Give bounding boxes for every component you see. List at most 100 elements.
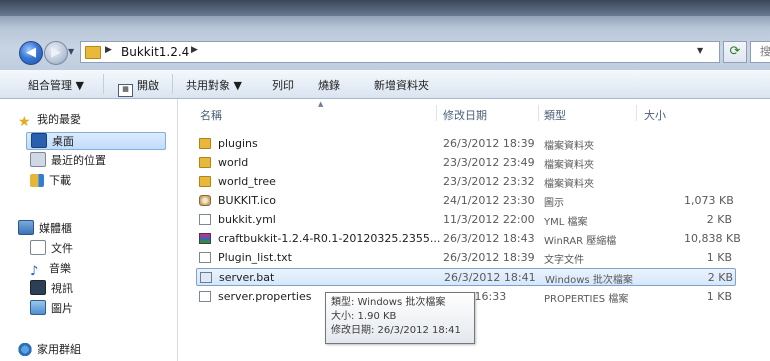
share-button[interactable]: 共用對象 ▼ bbox=[186, 77, 242, 93]
file-type: Windows 批次檔案 bbox=[545, 275, 633, 286]
nav-item-music[interactable]: ♪ 音樂 bbox=[30, 260, 182, 278]
nav-homegroup[interactable]: 家用群組 bbox=[18, 341, 170, 359]
column-divider[interactable] bbox=[538, 105, 539, 121]
column-divider[interactable] bbox=[636, 105, 637, 121]
winrar-icon bbox=[199, 233, 211, 244]
nav-libraries[interactable]: 媒體櫃 bbox=[18, 220, 170, 238]
file-size: 1 KB bbox=[706, 251, 732, 264]
file-date: 26/3/2012 18:41 bbox=[444, 271, 536, 284]
tooltip-size: 大小: 1.90 KB bbox=[331, 311, 397, 322]
nav-item-recent-places[interactable]: 最近的位置 bbox=[30, 152, 182, 170]
text-file-icon bbox=[199, 252, 211, 263]
title-strip bbox=[0, 0, 770, 16]
recent-pages-dropdown-icon[interactable]: ▼ bbox=[68, 47, 76, 57]
folder-icon bbox=[199, 157, 211, 168]
file-name: craftbukkit-1.2.4-R0.1-20120325.2355... bbox=[218, 232, 441, 245]
refresh-button[interactable]: ⟳ bbox=[723, 41, 747, 63]
column-header-type[interactable]: 類型 bbox=[544, 107, 566, 123]
ico-file-icon bbox=[199, 195, 211, 206]
file-type: 文字文件 bbox=[544, 255, 584, 266]
nav-label: 文件 bbox=[51, 242, 73, 255]
column-header-date[interactable]: 修改日期 bbox=[443, 107, 487, 123]
file-row[interactable]: Plugin_list.txt 26/3/2012 18:39 文字文件 1 K… bbox=[196, 249, 736, 267]
organize-button[interactable]: 組合管理 ▼ bbox=[28, 77, 84, 93]
column-header-size[interactable]: 大小 bbox=[644, 107, 666, 123]
file-type: 圖示 bbox=[544, 198, 564, 209]
tooltip-type: 類型: Windows 批次檔案 bbox=[331, 297, 446, 308]
folder-icon bbox=[199, 138, 211, 149]
nav-label: 家用群組 bbox=[37, 343, 81, 356]
file-row[interactable]: craftbukkit-1.2.4-R0.1-20120325.2355... … bbox=[196, 230, 741, 248]
file-date: 24/1/2012 23:30 bbox=[443, 194, 535, 207]
nav-item-videos[interactable]: 視訊 bbox=[30, 280, 182, 298]
file-date: 26/3/2012 18:43 bbox=[443, 232, 535, 245]
file-info-tooltip: 類型: Windows 批次檔案 大小: 1.90 KB 修改日期: 26/3/… bbox=[325, 292, 475, 344]
nav-item-desktop[interactable]: 桌面 bbox=[26, 132, 166, 150]
file-row[interactable]: plugins 26/3/2012 18:39 檔案資料夾 bbox=[196, 135, 736, 153]
chevron-right-icon[interactable]: ▶ bbox=[105, 45, 112, 55]
forward-button[interactable]: ▶ bbox=[44, 41, 68, 65]
file-row[interactable]: world 23/3/2012 23:49 檔案資料夾 bbox=[196, 154, 736, 172]
new-folder-button[interactable]: 新增資料夾 bbox=[374, 77, 429, 93]
file-type: YML 檔案 bbox=[544, 217, 588, 228]
command-bar: 組合管理 ▼ ▦ 開啟 共用對象 ▼ 列印 燒錄 新增資料夾 bbox=[0, 70, 770, 99]
refresh-icon: ⟳ bbox=[729, 44, 741, 59]
file-size: 1,073 KB bbox=[684, 194, 734, 207]
file-name: BUKKIT.ico bbox=[218, 194, 277, 207]
music-icon: ♪ bbox=[30, 264, 39, 279]
open-icon: ▦ bbox=[118, 84, 133, 97]
file-type: 檔案資料夾 bbox=[544, 160, 594, 171]
column-divider[interactable] bbox=[436, 105, 437, 121]
file-name: bukkit.yml bbox=[218, 213, 276, 226]
divider bbox=[103, 74, 104, 94]
file-row[interactable]: BUKKIT.ico 24/1/2012 23:30 圖示 1,073 KB bbox=[196, 192, 736, 210]
file-row[interactable]: bukkit.yml 11/3/2012 22:00 YML 檔案 2 KB bbox=[196, 211, 736, 229]
file-type: 檔案資料夾 bbox=[544, 141, 594, 152]
desktop-icon bbox=[31, 133, 47, 148]
file-row[interactable]: world_tree 23/3/2012 23:32 檔案資料夾 bbox=[196, 173, 736, 191]
nav-label: 音樂 bbox=[49, 262, 71, 275]
file-size: 2 KB bbox=[707, 271, 733, 284]
file-size: 1 KB bbox=[706, 290, 732, 303]
nav-item-downloads[interactable]: 下載 bbox=[30, 172, 182, 190]
file-row-selected[interactable]: server.bat 26/3/2012 18:41 Windows 批次檔案 … bbox=[196, 268, 736, 286]
burn-button[interactable]: 燒錄 bbox=[318, 77, 340, 93]
print-button[interactable]: 列印 bbox=[272, 77, 294, 93]
file-name: Plugin_list.txt bbox=[218, 251, 292, 264]
nav-label: 視訊 bbox=[51, 282, 73, 295]
open-button[interactable]: ▦ 開啟 bbox=[118, 77, 159, 97]
address-bar[interactable]: ▶ Bukkit1.2.4 ▶ ▼ bbox=[80, 41, 720, 63]
open-label: 開啟 bbox=[137, 79, 159, 92]
file-date: 23/3/2012 23:32 bbox=[443, 175, 535, 188]
nav-item-pictures[interactable]: 圖片 bbox=[30, 300, 182, 318]
nav-label: 桌面 bbox=[52, 135, 74, 148]
search-input[interactable]: 搜 bbox=[750, 41, 770, 63]
back-button[interactable]: ◀ bbox=[19, 41, 43, 65]
file-name: server.bat bbox=[219, 271, 275, 284]
nav-favorites[interactable]: ★ 我的最愛 bbox=[18, 111, 170, 129]
divider bbox=[172, 74, 173, 94]
star-icon: ★ bbox=[18, 114, 31, 130]
column-header-name[interactable]: 名稱 bbox=[200, 107, 222, 123]
window-title-bar: ◀ ▶ ▼ ▶ Bukkit1.2.4 ▶ ▼ ⟳ 搜 bbox=[0, 0, 770, 70]
file-name: world bbox=[218, 156, 249, 169]
file-type: PROPERTIES 檔案 bbox=[544, 294, 629, 305]
sort-ascending-icon: ▲ bbox=[318, 100, 324, 108]
downloads-icon bbox=[30, 174, 44, 187]
file-name: plugins bbox=[218, 137, 258, 150]
chevron-right-icon[interactable]: ▶ bbox=[191, 45, 198, 55]
pictures-icon bbox=[30, 300, 46, 315]
folder-icon bbox=[199, 176, 211, 187]
breadcrumb-item[interactable]: Bukkit1.2.4 bbox=[121, 45, 189, 59]
file-type: WinRAR 壓縮檔 bbox=[544, 236, 617, 247]
file-date: 11/3/2012 22:00 bbox=[443, 213, 535, 226]
homegroup-icon bbox=[18, 343, 32, 356]
document-icon bbox=[199, 291, 211, 302]
nav-label: 我的最愛 bbox=[37, 113, 81, 126]
nav-item-documents[interactable]: 文件 bbox=[30, 240, 182, 258]
navigation-pane: ★ 我的最愛 桌面 最近的位置 下載 媒體櫃 文件 ♪ 音樂 視訊 圖片 家用群組 bbox=[0, 99, 178, 361]
address-dropdown-icon[interactable]: ▼ bbox=[697, 46, 703, 55]
nav-label: 最近的位置 bbox=[51, 154, 106, 167]
file-name: world_tree bbox=[218, 175, 276, 188]
file-date: 26/3/2012 18:39 bbox=[443, 137, 535, 150]
